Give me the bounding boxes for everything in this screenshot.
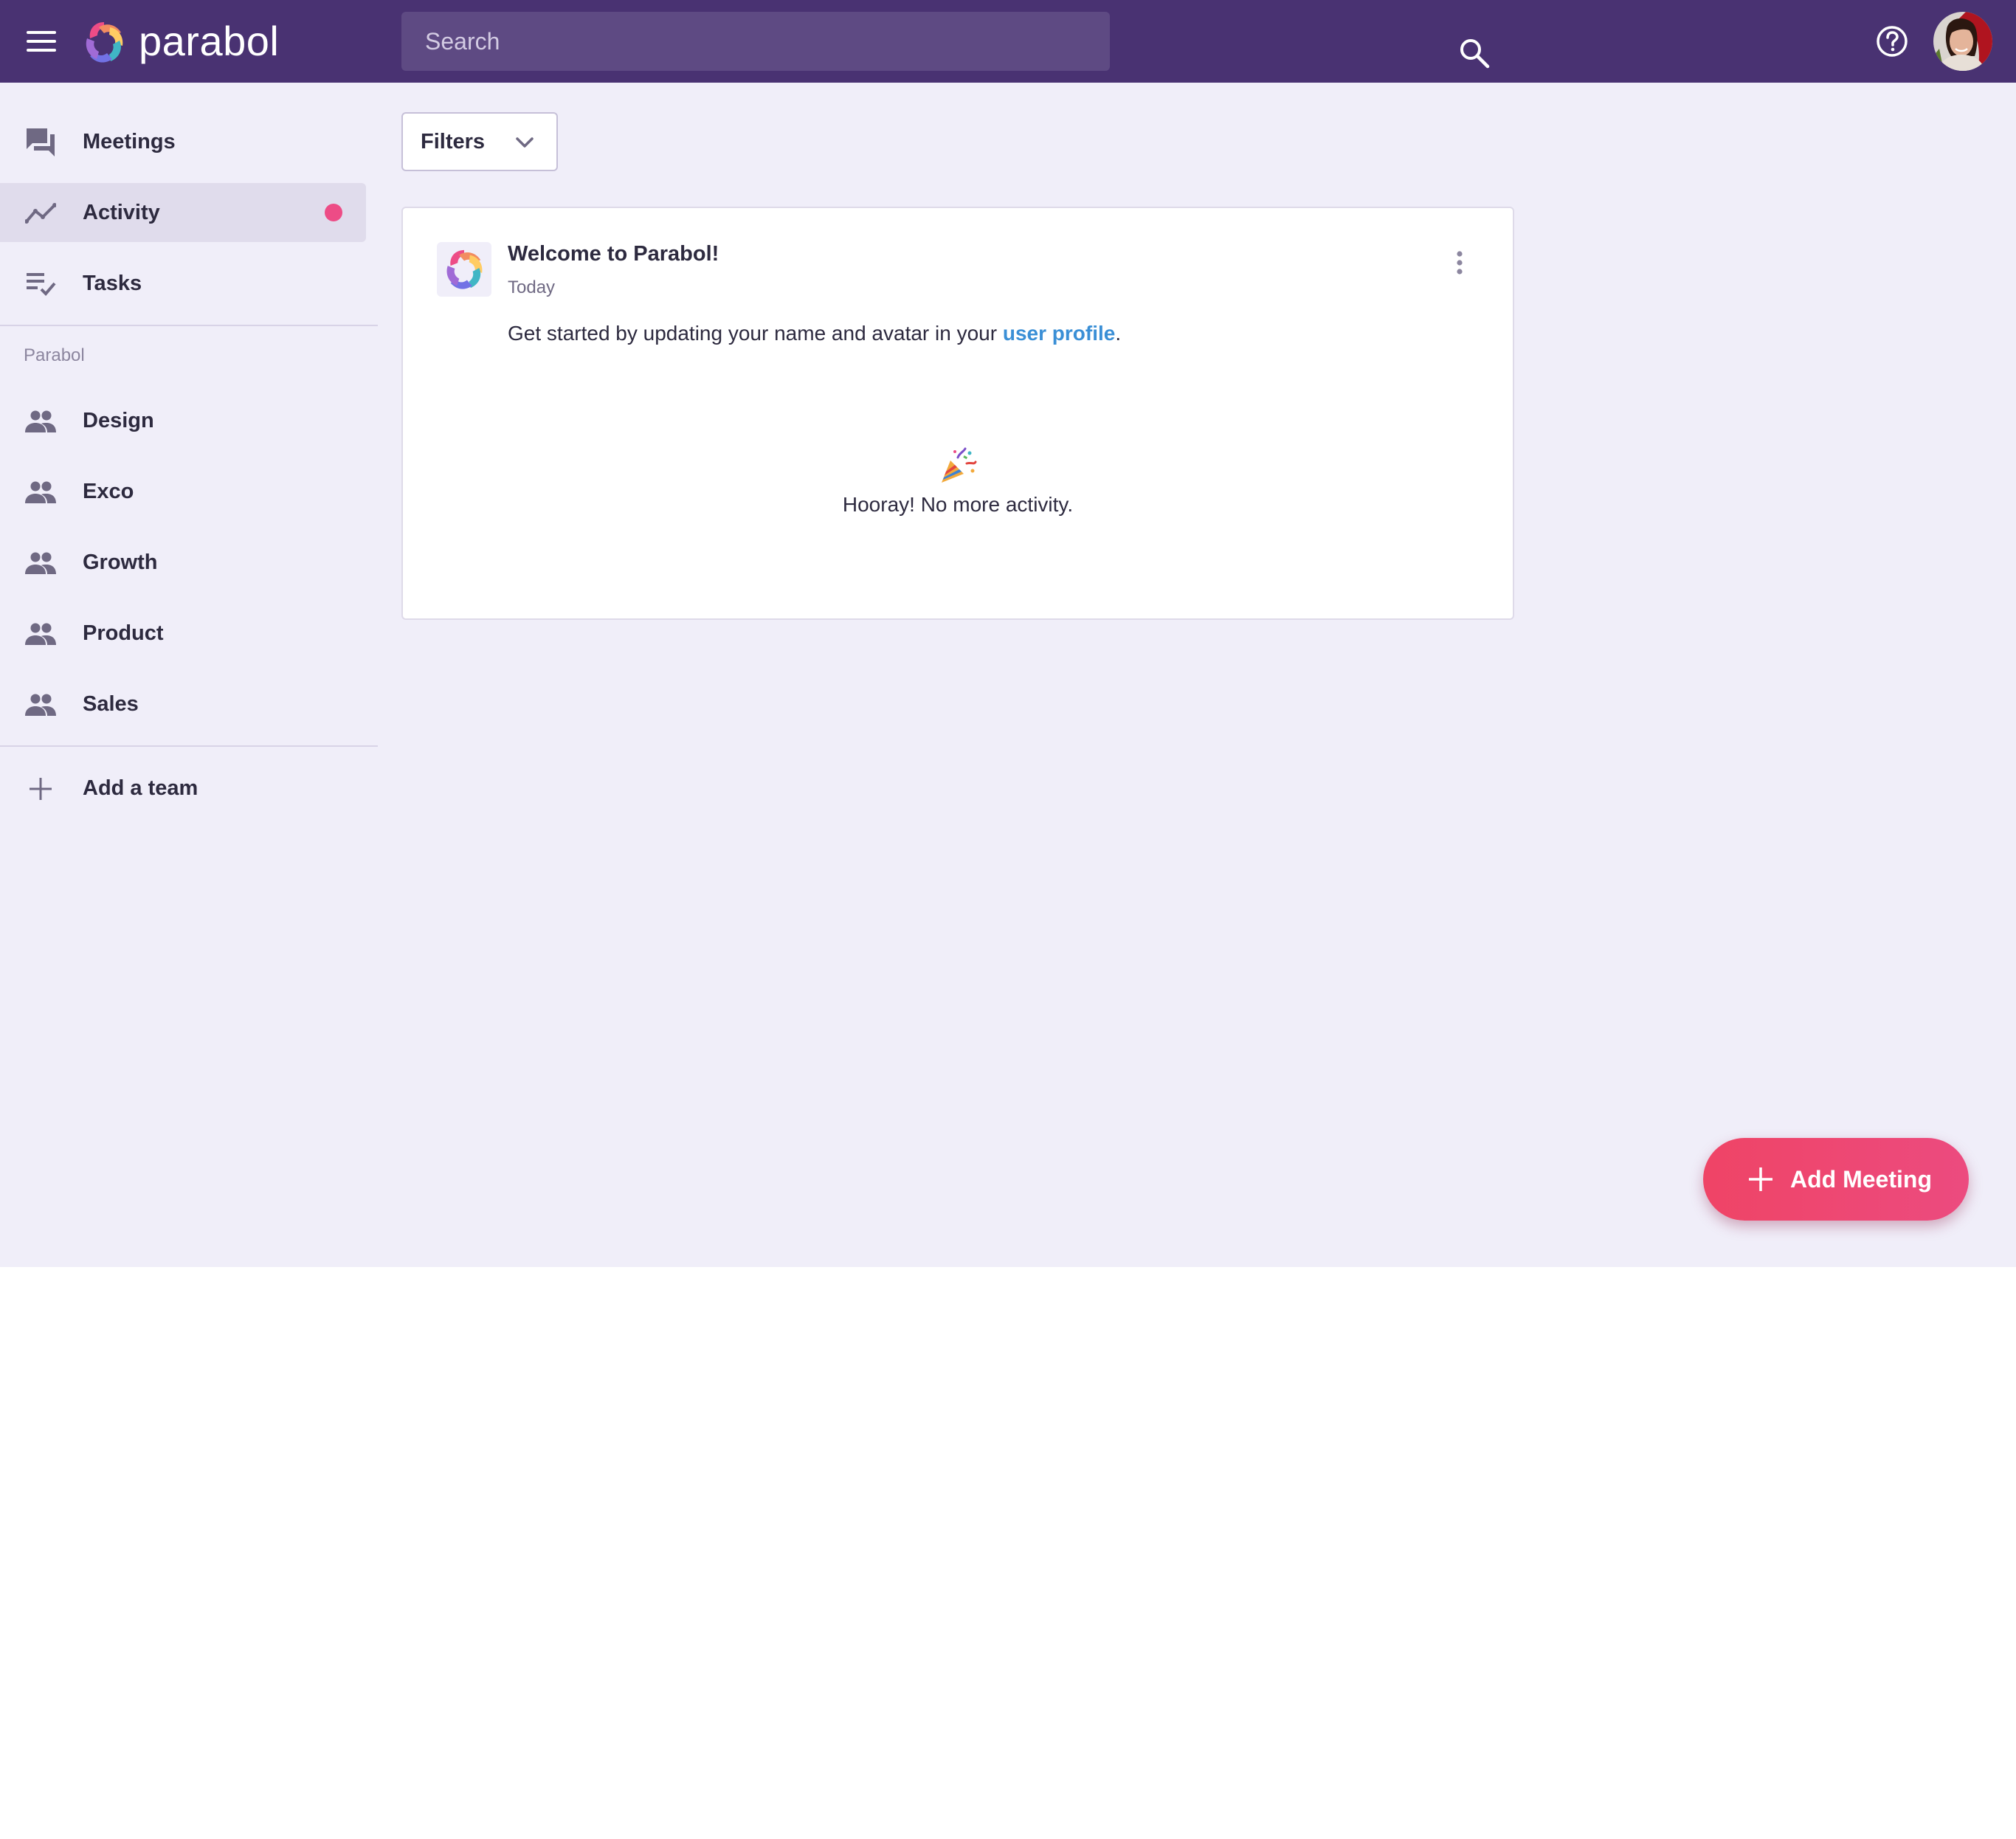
sidebar-item-tasks[interactable]: Tasks <box>0 254 366 313</box>
user-profile-link[interactable]: user profile <box>1003 322 1115 345</box>
activity-card: Welcome to Parabol! Today Get started by… <box>401 207 1514 620</box>
sidebar-divider <box>0 745 378 747</box>
sidebar-item-design[interactable]: Design <box>0 391 366 450</box>
parabol-logo-icon[interactable] <box>81 19 127 65</box>
plus-icon <box>1749 1167 1772 1191</box>
filters-label: Filters <box>421 130 486 153</box>
avatar-image-icon <box>1933 12 1992 71</box>
plus-icon <box>30 778 52 800</box>
add-team-label: Add a team <box>83 776 199 800</box>
card-body-text: Get started by updating your name and av… <box>508 322 1003 345</box>
search-icon[interactable] <box>1458 37 1491 69</box>
card-body: Get started by updating your name and av… <box>508 322 1121 345</box>
empty-state-text: Hooray! No more activity. <box>842 493 1074 516</box>
user-avatar[interactable] <box>1933 12 1992 71</box>
parabol-logo <box>437 242 491 297</box>
more-vert-icon[interactable] <box>1451 246 1468 282</box>
card-date: Today <box>508 277 556 297</box>
playlist-check-icon <box>27 273 56 296</box>
group-icon <box>25 552 56 574</box>
menu-icon[interactable] <box>27 30 56 53</box>
sidebar-item-label: Sales <box>83 692 139 716</box>
top-bar: parabol <box>0 0 2016 83</box>
party-popper-icon <box>942 447 977 483</box>
forum-icon <box>27 128 55 156</box>
sidebar-item-label: Activity <box>83 201 160 224</box>
search-bar <box>401 12 1490 71</box>
search-input[interactable] <box>401 12 1036 71</box>
app-root: parabol Search Meetings Activity Tasks P… <box>0 0 2016 1267</box>
sidebar-item-label: Design <box>83 409 154 432</box>
sidebar-item-activity[interactable]: Activity <box>0 183 366 242</box>
sidebar-item-growth[interactable]: Growth <box>0 533 366 592</box>
org-label: Parabol <box>24 345 85 365</box>
sidebar-divider <box>0 325 378 326</box>
group-icon <box>25 481 56 503</box>
sidebar-item-label: Growth <box>83 551 158 574</box>
sidebar-item-label: Meetings <box>83 130 176 153</box>
sidebar-item-meetings[interactable]: Meetings <box>0 112 366 171</box>
sidebar-item-label: Product <box>83 621 164 645</box>
help-icon[interactable] <box>1874 24 1910 59</box>
timeline-icon <box>25 203 56 224</box>
add-team-button[interactable]: Add a team <box>0 759 366 818</box>
add-meeting-button[interactable]: Add Meeting <box>1703 1138 1969 1221</box>
filters-dropdown[interactable]: Filters <box>401 112 558 171</box>
group-icon <box>25 410 56 432</box>
group-icon <box>25 623 56 645</box>
sidebar-item-product[interactable]: Product <box>0 604 366 663</box>
sidebar-item-label: Exco <box>83 480 134 503</box>
app-name: parabol <box>139 18 280 64</box>
sidebar-item-exco[interactable]: Exco <box>0 462 366 521</box>
chevron-down-icon <box>516 137 534 148</box>
notification-dot <box>325 204 342 221</box>
card-body-suffix: . <box>1115 322 1122 345</box>
add-meeting-label: Add Meeting <box>1790 1166 1932 1193</box>
parabol-logo-icon <box>446 249 483 289</box>
group-icon <box>25 694 56 716</box>
sidebar-item-label: Tasks <box>83 272 142 295</box>
sidebar-item-sales[interactable]: Sales <box>0 674 366 734</box>
card-title: Welcome to Parabol! <box>508 242 719 266</box>
